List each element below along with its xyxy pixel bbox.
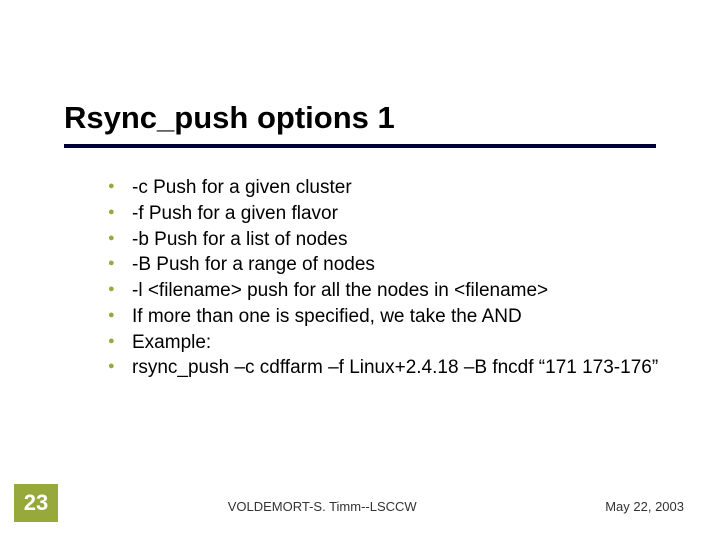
footer-center: VOLDEMORT-S. Timm--LSCCW	[228, 499, 417, 514]
list-item: If more than one is specified, we take t…	[108, 305, 660, 329]
footer-date: May 22, 2003	[605, 499, 684, 514]
list-item: -B Push for a range of nodes	[108, 253, 660, 277]
title-area: Rsync_push options 1	[0, 0, 720, 148]
slide-body: -c Push for a given cluster -f Push for …	[0, 148, 720, 380]
list-item: -l <filename> push for all the nodes in …	[108, 279, 660, 303]
page-number: 23	[24, 490, 48, 516]
slide: Rsync_push options 1 -c Push for a given…	[0, 0, 720, 540]
list-item: -f Push for a given flavor	[108, 202, 660, 226]
bullet-list: -c Push for a given cluster -f Push for …	[108, 176, 660, 380]
list-item: Example:	[108, 331, 660, 355]
slide-title: Rsync_push options 1	[64, 100, 656, 136]
list-item: -c Push for a given cluster	[108, 176, 660, 200]
list-item: -b Push for a list of nodes	[108, 228, 660, 252]
list-item: rsync_push –c cdffarm –f Linux+2.4.18 –B…	[108, 356, 660, 380]
page-number-badge: 23	[14, 484, 58, 522]
